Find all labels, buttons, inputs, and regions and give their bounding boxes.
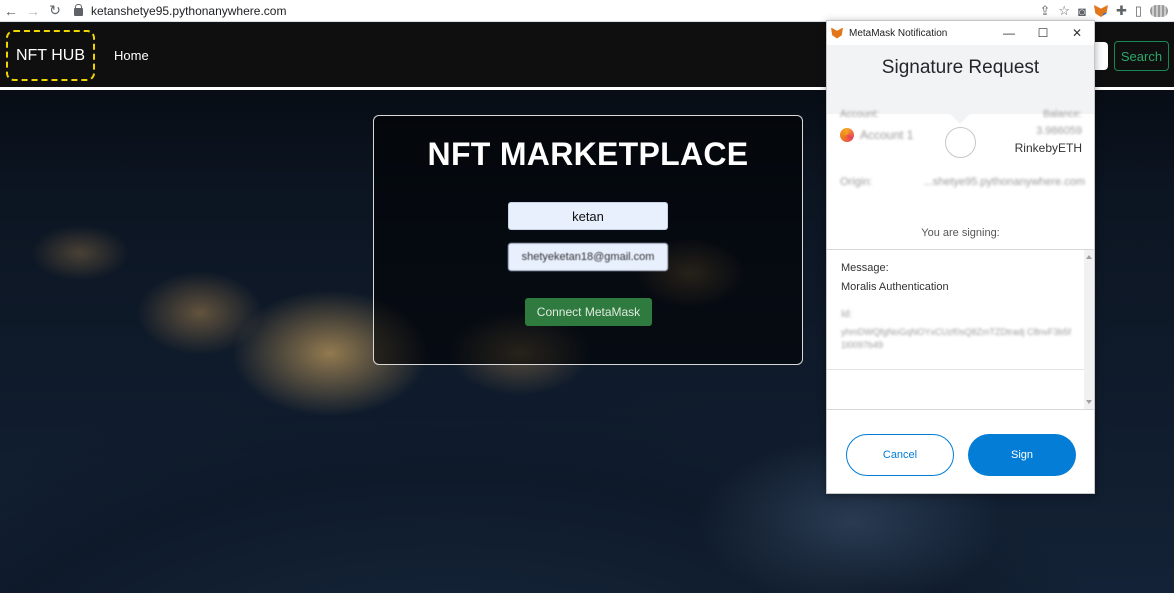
scroll-down-icon[interactable]	[1086, 400, 1092, 404]
popup-window-title: MetaMask Notification	[849, 27, 948, 39]
scroll-up-icon[interactable]	[1086, 255, 1092, 259]
browser-actions: ⇪ ☆ ◙ 1 ✚ ▯	[1040, 0, 1168, 22]
signature-request-heading: Signature Request	[881, 57, 1040, 78]
message-scrollbar[interactable]	[1084, 250, 1094, 409]
id-value: yhmDWQfgNoGqNOYxCUzf0sQ8ZmTZDtradj C8nvF…	[841, 327, 1072, 350]
message-content: Message: Moralis Authentication Id: yhmD…	[827, 250, 1086, 370]
account-name: Account 1	[860, 128, 914, 142]
share-icon[interactable]: ⇪	[1040, 3, 1051, 19]
marketplace-card: NFT MARKETPLACE ketan shetyeketan18@gmai…	[373, 115, 803, 365]
connect-metamask-button[interactable]: Connect MetaMask	[525, 298, 652, 326]
url-text: ketanshetye95.pythonanywhere.com	[91, 3, 287, 18]
bookmark-star-icon[interactable]: ☆	[1058, 3, 1070, 19]
extension-badge: 1	[1103, 13, 1110, 22]
message-text: Moralis Authentication	[841, 281, 949, 293]
brand-logo[interactable]: NFT HUB	[6, 30, 95, 81]
sidebar-icon[interactable]: ▯	[1135, 3, 1142, 19]
name-input[interactable]: ketan	[508, 202, 668, 230]
search-button[interactable]: Search	[1114, 41, 1169, 71]
message-label: Message:	[841, 262, 889, 274]
message-panel[interactable]: Message: Moralis Authentication Id: yhmD…	[827, 249, 1094, 410]
reload-icon[interactable]: ↻	[44, 0, 66, 22]
balance-label: Balance:	[1043, 109, 1082, 120]
cancel-button[interactable]: Cancel	[846, 434, 954, 476]
camera-icon[interactable]: ◙	[1078, 4, 1086, 19]
network-name: RinkebyETH	[1014, 141, 1082, 155]
nav-link-home[interactable]: Home	[114, 48, 149, 63]
forward-icon[interactable]: →	[22, 0, 44, 22]
metamask-popup: MetaMask Notification — ☐ ✕ Signature Re…	[826, 20, 1095, 494]
account-info: Account 1	[840, 128, 913, 142]
origin-label: Origin:	[840, 176, 873, 188]
profile-avatar-icon[interactable]	[1150, 5, 1168, 17]
account-label: Account:	[840, 109, 879, 120]
sign-button[interactable]: Sign	[968, 434, 1076, 476]
window-controls: — ☐ ✕	[992, 21, 1094, 45]
maximize-icon[interactable]: ☐	[1026, 21, 1060, 45]
close-icon[interactable]: ✕	[1060, 21, 1094, 45]
balance-value: 3.986059	[1036, 125, 1082, 137]
extensions-puzzle-icon[interactable]: ✚	[1116, 3, 1127, 19]
account-avatar-icon	[840, 128, 854, 142]
lock-icon	[74, 3, 83, 16]
minimize-icon[interactable]: —	[992, 21, 1026, 45]
email-input[interactable]: shetyeketan18@gmail.com	[508, 243, 668, 271]
back-icon[interactable]: ←	[0, 0, 22, 22]
origin-value: ...shetye95.pythonanywhere.com	[923, 176, 1085, 188]
id-label: Id:	[841, 309, 853, 320]
origin-row: Origin: ...shetye95.pythonanywhere.com	[840, 176, 1085, 188]
you-are-signing-label: You are signing:	[921, 227, 1000, 239]
metamask-extension-icon[interactable]: 1	[1093, 5, 1108, 17]
page-title: NFT MARKETPLACE	[427, 136, 749, 172]
metamask-fox-icon	[831, 27, 843, 39]
identicon-circle	[945, 127, 976, 158]
browser-toolbar: ← → ↻ ketanshetye95.pythonanywhere.com ⇪…	[0, 0, 1174, 22]
address-bar[interactable]: ketanshetye95.pythonanywhere.com	[74, 2, 286, 20]
popup-titlebar: MetaMask Notification — ☐ ✕	[827, 21, 1094, 45]
